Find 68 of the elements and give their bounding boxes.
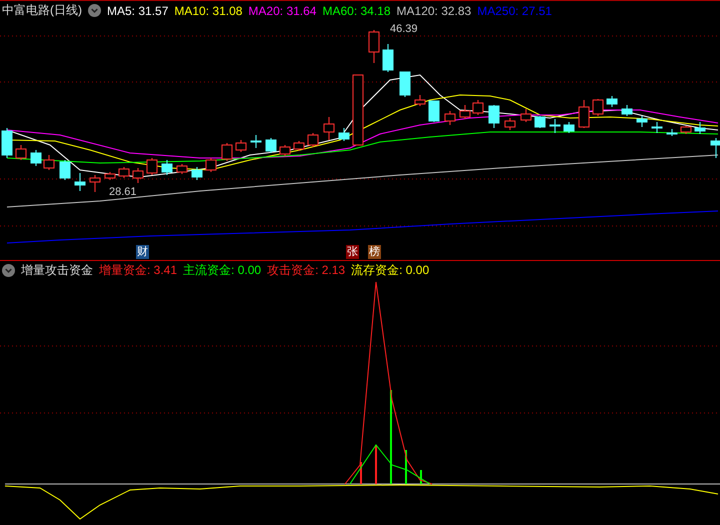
candlestick: [368, 30, 380, 64]
candlestick: [236, 140, 246, 152]
candlestick: [250, 134, 262, 148]
candlestick: [44, 154, 54, 170]
moving-average-value: MA250: 27.51: [477, 4, 552, 18]
indicator-title: 增量攻击资金: [21, 262, 93, 278]
candlestick: [104, 172, 116, 180]
moving-average-value: MA20: 31.64: [248, 4, 316, 18]
candlestick: [382, 44, 394, 72]
candlestick: [338, 128, 350, 142]
candlestick: [222, 142, 232, 162]
candlestick: [680, 126, 692, 134]
candlestick: [16, 144, 26, 160]
indicator-value: 攻击资金: 2.13: [267, 262, 346, 278]
candlestick: [2, 128, 12, 158]
chart-title: 中富电路(日线): [2, 2, 82, 19]
candlestick: [60, 160, 70, 180]
candlestick: [162, 160, 172, 176]
candlestick: [118, 166, 130, 178]
candlestick: [294, 140, 304, 152]
low-price-label: 28.61: [109, 186, 137, 198]
event-marker[interactable]: 榜: [368, 245, 381, 259]
candlestick: [504, 118, 516, 130]
candlestick: [564, 122, 574, 134]
candlestick: [472, 100, 484, 116]
candlestick: [400, 72, 410, 98]
candlestick: [488, 104, 500, 128]
candlestick: [280, 144, 290, 156]
candlestick: [266, 138, 276, 154]
candlestick: [324, 116, 334, 140]
moving-average-value: MA10: 31.08: [174, 4, 242, 18]
collapse-icon[interactable]: [88, 4, 101, 17]
collapse-icon[interactable]: [2, 264, 15, 276]
candlestick: [710, 138, 720, 158]
candlestick: [534, 116, 546, 128]
candlestick: [206, 158, 216, 172]
candlestick: [30, 150, 42, 166]
candlestick: [652, 122, 662, 134]
candlestick: [414, 94, 426, 106]
candlestick: [146, 158, 158, 176]
candlestick: [550, 118, 560, 134]
candlestick: [308, 132, 318, 148]
candlestick: [176, 164, 188, 174]
candlestick: [460, 104, 470, 120]
moving-average-value: MA5: 31.57: [107, 4, 168, 18]
candlestick: [74, 172, 86, 192]
candlestick: [428, 100, 440, 122]
candlestick: [90, 174, 100, 192]
candlestick: [622, 104, 632, 116]
moving-average-value: MA120: 32.83: [396, 4, 472, 18]
event-marker[interactable]: 财: [136, 245, 149, 259]
candlestick: [606, 96, 618, 108]
candlestick: [578, 100, 590, 128]
candlestick: [666, 128, 678, 136]
candlestick: [636, 116, 648, 128]
candlestick: [132, 168, 144, 184]
candlestick: [592, 98, 604, 116]
indicator-value: 增量资金: 3.41: [99, 262, 178, 278]
moving-average-value: MA60: 34.18: [322, 4, 391, 18]
candlestick: [192, 166, 202, 180]
candlestick: [694, 122, 706, 134]
candlestick: [520, 108, 532, 122]
indicator-value: 流存资金: 0.00: [351, 262, 430, 278]
candlestick: [444, 110, 456, 126]
high-price-label: 46.39: [390, 23, 418, 35]
candlestick: [352, 74, 364, 146]
event-marker[interactable]: 张: [346, 245, 359, 259]
indicator-value: 主流资金: 0.00: [183, 262, 262, 278]
